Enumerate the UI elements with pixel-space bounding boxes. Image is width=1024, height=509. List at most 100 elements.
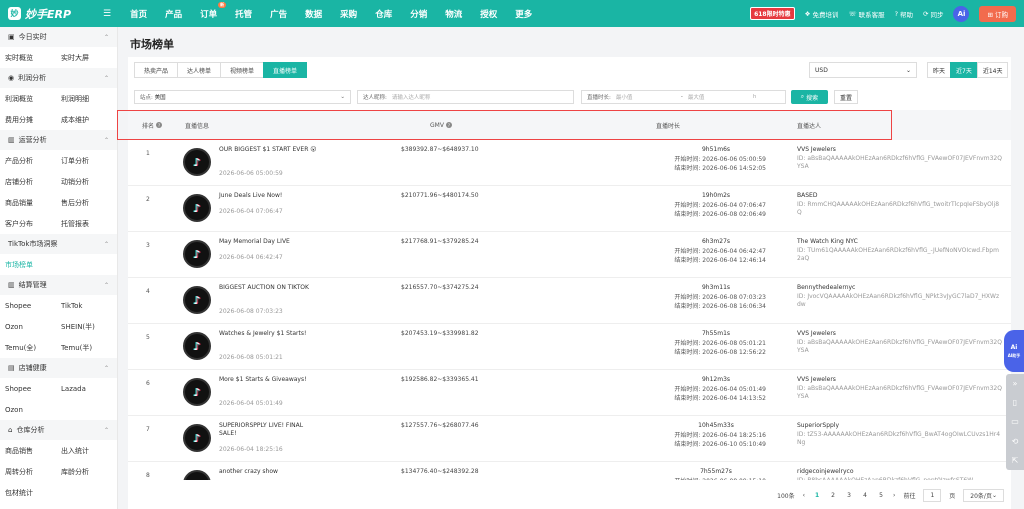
sidebar-item-realtime-screen[interactable]: 实时大屏: [61, 53, 117, 63]
nav-logistics[interactable]: 物流: [436, 8, 471, 20]
promo-banner[interactable]: 618限时特惠: [750, 7, 795, 20]
tiktok-live-thumbnail[interactable]: ♪: [183, 194, 211, 222]
duration-min-input[interactable]: 最小值: [616, 93, 676, 101]
tab-hot-products[interactable]: 热卖产品: [134, 62, 179, 78]
sidebar-item-cost-maintenance[interactable]: 成本维护: [61, 115, 117, 125]
sidebar-item-profit-detail[interactable]: 利润明细: [61, 94, 117, 104]
help-icon[interactable]: ?: [445, 122, 452, 128]
sidebar-item-shopee-settlement[interactable]: Shopee: [5, 302, 61, 310]
host-name[interactable]: ridgecoinjewelryco: [797, 468, 1002, 477]
table-row[interactable]: 7 ♪ SUPERIORSPPLY LIVE! FINAL SALE! 2026…: [128, 416, 1011, 462]
table-row[interactable]: 3 ♪ May Memorial Day LIVE 2026-06-04 06:…: [128, 232, 1011, 278]
search-button[interactable]: ⌕ 搜索: [791, 90, 828, 104]
sidebar-item-goods-sales[interactable]: 商品销售: [5, 446, 61, 456]
live-title[interactable]: May Memorial Day LIVE: [219, 238, 319, 246]
back-to-top-icon[interactable]: ⇱: [1012, 456, 1019, 465]
reset-button[interactable]: 重置: [834, 90, 858, 104]
sidebar-item-ozon-settlement[interactable]: Ozon: [5, 323, 61, 331]
host-name[interactable]: The Watch King NYC: [797, 238, 1002, 247]
live-title[interactable]: OUR BIGGEST $1 START EVER 😮: [219, 146, 319, 154]
live-title[interactable]: BIGGEST AUCTION ON TIKTOK: [219, 284, 319, 292]
support-link[interactable]: ☏ 联系客服: [848, 9, 884, 19]
sidebar-item-product-sales[interactable]: 商品销量: [5, 198, 61, 208]
tiktok-live-thumbnail[interactable]: ♪: [183, 286, 211, 314]
table-row[interactable]: 6 ♪ More $1 Starts & Giveaways! 2026-06-…: [128, 370, 1011, 416]
host-name[interactable]: VVS Jewelers: [797, 330, 1002, 339]
table-row[interactable]: 4 ♪ BIGGEST AUCTION ON TIKTOK 2026-06-08…: [128, 278, 1011, 324]
sidebar-item-market-ranking[interactable]: 市场榜单: [0, 254, 117, 275]
sidebar-section-tiktok-insight[interactable]: TikTok市场洞察 ⌃: [0, 234, 117, 254]
tiktok-live-thumbnail[interactable]: ♪: [183, 332, 211, 360]
sidebar-item-sales-velocity[interactable]: 动销分析: [61, 177, 117, 187]
sidebar-item-ozon-health[interactable]: Ozon: [5, 406, 61, 414]
nav-warehouse[interactable]: 仓库: [366, 8, 401, 20]
sidebar-item-managed-report[interactable]: 托管报表: [61, 219, 117, 229]
range-yesterday[interactable]: 昨天: [927, 62, 952, 78]
tiktok-live-thumbnail[interactable]: ♪: [183, 240, 211, 268]
nav-data[interactable]: 数据: [296, 8, 331, 20]
host-name[interactable]: SuperiorSpply: [797, 422, 1002, 431]
tab-video-ranking[interactable]: 视频榜单: [220, 62, 265, 78]
host-nickname-field[interactable]: 达人昵称: 请输入达人昵称: [357, 90, 574, 104]
nav-home[interactable]: 首页: [121, 8, 156, 20]
sidebar-item-stock-age[interactable]: 库龄分析: [61, 467, 117, 477]
nav-managed[interactable]: 托管: [226, 8, 261, 20]
sidebar-item-turnover[interactable]: 周转分析: [5, 467, 61, 477]
page-3[interactable]: 3: [845, 492, 853, 499]
nav-orders[interactable]: 订单新: [191, 1, 227, 20]
sidebar-section-profit[interactable]: ◉ 利润分析 ⌃: [0, 68, 117, 88]
sidebar-item-product-analysis[interactable]: 产品分析: [5, 156, 61, 166]
tiktok-live-thumbnail[interactable]: ♪: [183, 470, 211, 480]
help-link[interactable]: ? 帮助: [895, 9, 913, 19]
sidebar-item-inout-stats[interactable]: 出入统计: [61, 446, 117, 456]
nav-ads[interactable]: 广告: [261, 8, 296, 20]
sidebar-section-warehouse[interactable]: ⌂ 仓库分析 ⌃: [0, 420, 117, 440]
range-7days[interactable]: 近7天: [950, 62, 978, 78]
page-size-select[interactable]: 20条/页 ⌄: [963, 488, 1004, 502]
prev-page-icon[interactable]: ‹: [803, 492, 805, 499]
logo[interactable]: 妙 妙手ERP: [0, 6, 100, 22]
hamburger-menu-icon[interactable]: ☰: [103, 9, 111, 19]
ai-avatar[interactable]: Ai: [953, 5, 970, 22]
site-select[interactable]: 站点: 美国 ⌄: [134, 90, 351, 104]
live-title[interactable]: SUPERIORSPPLY LIVE! FINAL SALE!: [219, 422, 319, 438]
table-row[interactable]: 2 ♪ June Deals Live Now! 2026-06-04 07:0…: [128, 186, 1011, 232]
table-row[interactable]: 8 ♪ another crazy show 2026-06-08 09:15:…: [128, 462, 1011, 480]
nav-purchase[interactable]: 采购: [331, 8, 366, 20]
tab-creator-ranking[interactable]: 达人榜单: [177, 62, 222, 78]
nav-auth[interactable]: 授权: [471, 8, 506, 20]
goto-page-input[interactable]: 1: [923, 488, 942, 502]
refresh-icon[interactable]: ⟲: [1012, 437, 1019, 446]
sidebar-item-temu-full[interactable]: Temu(全): [5, 343, 61, 353]
next-page-icon[interactable]: ›: [893, 492, 895, 499]
sidebar-section-settlement[interactable]: ▥ 结算管理 ⌃: [0, 275, 117, 295]
page-1[interactable]: 1: [813, 492, 821, 499]
sidebar-item-shopee-health[interactable]: Shopee: [5, 385, 61, 393]
tiktok-live-thumbnail[interactable]: ♪: [183, 378, 211, 406]
training-link[interactable]: ❖ 免费培训: [805, 9, 839, 19]
ai-assistant-button[interactable]: Ai AI助手: [1004, 330, 1024, 372]
tiktok-live-thumbnail[interactable]: ♪: [183, 148, 211, 176]
tiktok-live-thumbnail[interactable]: ♪: [183, 424, 211, 452]
duration-range-field[interactable]: 直播时长: 最小值 - 最大值 h: [581, 90, 786, 104]
sidebar-item-customer-distribution[interactable]: 客户分布: [5, 219, 61, 229]
sync-link[interactable]: ⟳ 同步: [923, 9, 943, 19]
live-title[interactable]: More $1 Starts & Giveaways!: [219, 376, 319, 384]
sidebar-section-store-health[interactable]: ▤ 店铺健康 ⌃: [0, 358, 117, 378]
duration-max-input[interactable]: 最大值: [688, 93, 748, 101]
sidebar-item-temu-semi[interactable]: Temu(半): [61, 343, 117, 353]
collapse-icon[interactable]: »: [1013, 379, 1018, 388]
live-title[interactable]: Watches & Jewelry $1 Starts!: [219, 330, 319, 338]
page-2[interactable]: 2: [829, 492, 837, 499]
sidebar-item-order-analysis[interactable]: 订单分析: [61, 156, 117, 166]
sidebar-item-realtime-overview[interactable]: 实时概览: [5, 53, 61, 63]
host-name[interactable]: VVS Jewelers: [797, 376, 1002, 385]
table-row[interactable]: 5 ♪ Watches & Jewelry $1 Starts! 2026-06…: [128, 324, 1011, 370]
tab-live-ranking[interactable]: 直播榜单: [263, 62, 308, 78]
host-name[interactable]: Bennythedealernyc: [797, 284, 1002, 293]
sidebar-item-aftersales[interactable]: 售后分析: [61, 198, 117, 208]
host-name[interactable]: BASED: [797, 192, 1002, 201]
phone-icon[interactable]: ▯: [1013, 398, 1017, 407]
range-14days[interactable]: 近14天: [976, 62, 1009, 78]
sidebar-section-realtime[interactable]: ▣ 今日实时 ⌃: [0, 27, 117, 47]
